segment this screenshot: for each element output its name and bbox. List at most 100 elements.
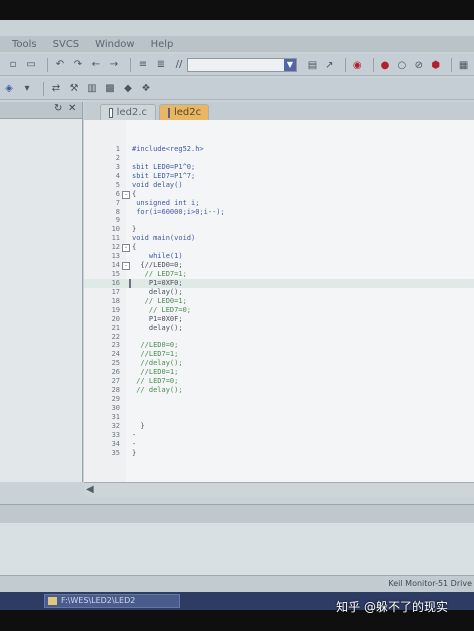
code-line[interactable]: 21 delay(); <box>84 324 474 333</box>
manage-components-icon[interactable]: ❖ <box>139 82 153 96</box>
scroll-left-icon[interactable]: ◀ <box>86 484 94 495</box>
code-line[interactable]: 27 // LED7=0; <box>84 377 474 386</box>
debugger-status: Keil Monitor-51 Drive <box>388 579 472 588</box>
taskbar-window-label: F:\WES\LED2\LED2 <box>61 596 136 605</box>
code-line[interactable]: 35} <box>84 449 474 458</box>
breakpoint-icon[interactable]: ● <box>379 58 392 72</box>
code-line[interactable]: 1 #include<reg52.h> <box>84 145 474 154</box>
code-line[interactable]: 34 - <box>84 440 474 449</box>
kill-breakpoints-icon[interactable]: ⊘ <box>412 58 425 72</box>
code-line[interactable]: 2 <box>84 154 474 163</box>
code-line[interactable]: 8 for(i=60000;i>0;i--); <box>84 208 474 217</box>
tab-led2c[interactable]: led2c <box>159 104 209 120</box>
taskbar-window-button[interactable]: F:\WES\LED2\LED2 <box>44 594 180 608</box>
code-line[interactable]: 7 unsigned int i; <box>84 199 474 208</box>
download-icon[interactable]: ◆ <box>121 82 135 96</box>
fold-toggle-icon[interactable]: - <box>122 190 130 199</box>
code-line[interactable]: 4 sbit LED7=P1^7; <box>84 172 474 181</box>
chevron-down-icon[interactable]: ▼ <box>284 59 296 71</box>
incremental-find-icon[interactable]: ↗ <box>323 58 336 72</box>
chevron-down-icon[interactable]: ▾ <box>20 82 34 96</box>
line-number: 17 <box>111 287 120 296</box>
line-number: 8 <box>115 207 120 216</box>
find-icon[interactable]: ▤ <box>306 58 319 72</box>
rebuild-icon[interactable]: ▥ <box>85 82 99 96</box>
code-line[interactable]: 10} <box>84 225 474 234</box>
code-line[interactable]: 26 //LED0=1; <box>84 368 474 377</box>
code-editor[interactable]: 1 #include<reg52.h> 2 3 sbit LED0=P1^0; 4 sbit… <box>84 120 474 482</box>
indent-icon[interactable]: ≡ <box>136 58 150 72</box>
debug-session-icon[interactable]: ◉ <box>351 58 364 72</box>
code-text: } <box>132 225 137 234</box>
batch-build-icon[interactable]: ▩ <box>103 82 117 96</box>
line-number: 15 <box>111 270 120 279</box>
code-line[interactable]: 30 <box>84 404 474 413</box>
code-line[interactable]: 32 } <box>84 422 474 431</box>
code-line[interactable]: 24 //LED7=1; <box>84 350 474 359</box>
file-icon <box>168 107 170 118</box>
disable-breakpoint-icon[interactable]: ○ <box>395 58 408 72</box>
menu-help[interactable]: Help <box>151 39 174 50</box>
code-line[interactable]: 25 //delay(); <box>84 359 474 368</box>
code-text: void delay() <box>132 180 183 189</box>
code-line[interactable]: 5 void delay() <box>84 181 474 190</box>
code-line[interactable]: 16 P1=0XF0; <box>84 278 474 288</box>
code-line[interactable]: 3 sbit LED0=P1^0; <box>84 163 474 172</box>
menu-svcs[interactable]: SVCS <box>53 39 80 50</box>
code-line[interactable]: 33 - <box>84 431 474 440</box>
code-text: - <box>132 439 137 448</box>
line-number: 2 <box>115 153 120 162</box>
code-line[interactable]: 6-{ <box>84 190 474 199</box>
code-text: } <box>132 421 145 430</box>
toolbar-divider <box>344 58 346 72</box>
undo-icon[interactable]: ↶ <box>53 58 67 72</box>
code-line[interactable]: 23 //LED0=0; <box>84 341 474 350</box>
fold-toggle-icon[interactable]: - <box>122 262 130 271</box>
line-number: 4 <box>115 171 120 180</box>
close-icon[interactable]: ✕ <box>68 103 76 114</box>
line-number: 31 <box>111 412 120 421</box>
status-bar: Keil Monitor-51 Drive <box>0 575 474 592</box>
code-text: {//LED0=0; <box>132 261 183 270</box>
code-line[interactable]: 14- {//LED0=0; <box>84 261 474 271</box>
line-number: 24 <box>111 350 120 359</box>
window-layout-icon[interactable]: ▦ <box>457 58 470 72</box>
kill-all-breakpoints-icon[interactable]: ⬢ <box>429 58 442 72</box>
target-options-icon[interactable]: ◈ <box>2 82 16 96</box>
unindent-icon[interactable]: ≣ <box>154 58 168 72</box>
comment-icon[interactable]: // <box>172 58 186 72</box>
code-text: // LED7=0; <box>132 377 179 386</box>
menu-tools[interactable]: Tools <box>12 39 37 50</box>
back-icon[interactable]: ← <box>89 58 103 72</box>
code-line[interactable]: 17 delay(); <box>84 288 474 297</box>
file-icon <box>109 107 113 118</box>
code-line[interactable]: 29 <box>84 395 474 404</box>
build-icon[interactable]: ⚒ <box>67 82 81 96</box>
project-pane: ↻ ✕ <box>0 102 83 482</box>
code-line[interactable]: 20 P1=0X0F; <box>84 315 474 324</box>
find-combo[interactable]: ▼ <box>187 58 297 72</box>
code-line[interactable]: 28 // delay(); <box>84 386 474 395</box>
toolbar-build: ◈ ▾ ⇄ ⚒ ▥ ▩ ◆ ❖ <box>0 78 474 100</box>
code-line[interactable]: 18 // LED0=1; <box>84 297 474 306</box>
open-file-icon[interactable]: ▭ <box>24 58 38 72</box>
code-line[interactable]: 11 void main(void) <box>84 234 474 243</box>
code-line[interactable]: 22 <box>84 333 474 342</box>
new-file-icon[interactable]: ▫ <box>6 58 20 72</box>
code-line[interactable]: 12-{ <box>84 243 474 253</box>
horizontal-scrollbar[interactable]: ◀ <box>84 482 474 497</box>
forward-icon[interactable]: → <box>107 58 121 72</box>
code-line[interactable]: 15 // LED7=1; <box>84 270 474 279</box>
menu-window[interactable]: Window <box>95 39 134 50</box>
ide-window: Tools SVCS Window Help ▫ ▭ ↶ ↷ ← → ≡ ≣ /… <box>0 20 474 592</box>
translate-icon[interactable]: ⇄ <box>49 82 63 96</box>
toolbar-divider <box>43 81 44 96</box>
tab-led2-c[interactable]: led2.c <box>100 104 156 120</box>
code-line[interactable]: 31 <box>84 413 474 422</box>
redo-icon[interactable]: ↷ <box>71 58 85 72</box>
code-line[interactable]: 9 <box>84 216 474 225</box>
code-line[interactable]: 13 while(1) <box>84 252 474 261</box>
code-line[interactable]: 19 // LED7=0; <box>84 306 474 315</box>
pin-icon[interactable]: ↻ <box>54 103 62 114</box>
fold-toggle-icon[interactable]: - <box>122 244 130 253</box>
